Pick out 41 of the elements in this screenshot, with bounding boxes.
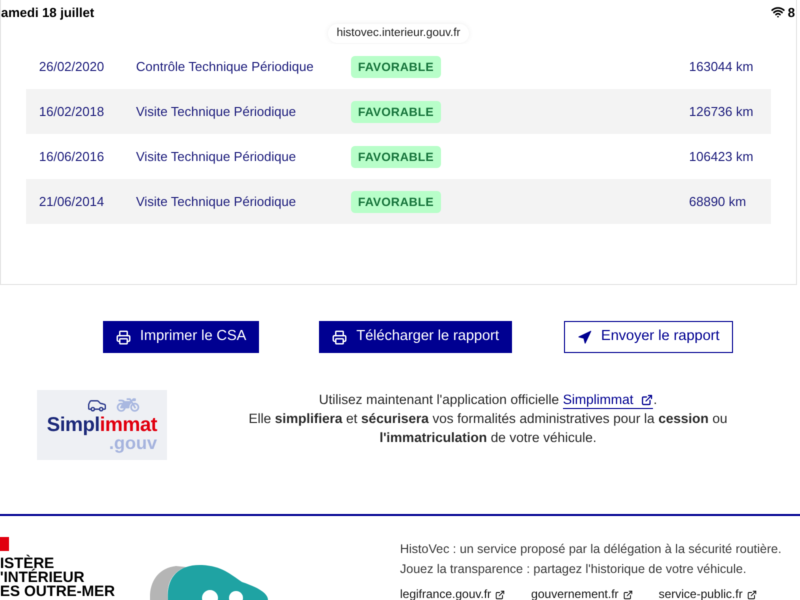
result-badge: FAVORABLE [351, 190, 441, 212]
battery-level-text: 8 [788, 6, 795, 18]
result-badge: FAVORABLE [351, 146, 441, 168]
ministry-name-line: ES OUTRE-MER [0, 585, 116, 599]
arrow-icon [577, 330, 592, 344]
motorcycle-icon [114, 396, 140, 414]
external-link-icon [495, 590, 506, 600]
footer-text: HistoVec : un service proposé par la délégation à la sécurité routière. [400, 541, 782, 558]
mileage: 163044 km [689, 58, 754, 76]
action-button[interactable]: Envoyer le rapport [564, 321, 733, 353]
result-badge: FAVORABLE [351, 100, 441, 122]
mileage: 106423 km [689, 148, 754, 166]
inspection-type: Visite Technique Périodique [136, 102, 297, 121]
wifi-icon [770, 5, 785, 19]
inspection-type: Contrôle Technique Périodique [136, 58, 315, 76]
printer-icon [332, 330, 348, 344]
external-link-icon [622, 590, 633, 600]
status-date: amedi 18 juillet [1, 6, 94, 18]
inspection-date: 26/02/2020 [39, 58, 106, 76]
simplimmat-link[interactable]: Simplimmat [562, 392, 654, 409]
mileage: 126736 km [689, 102, 754, 121]
app-promo-text: Utilisez maintenant l'application officielle Simplimmat . [318, 391, 658, 409]
mileage: 68890 km [689, 192, 748, 211]
inspection-date: 16/02/2018 [39, 102, 106, 121]
inspection-date: 21/06/2014 [39, 192, 106, 211]
inspection-type: Visite Technique Périodique [136, 192, 297, 211]
inspection-date: 16/06/2016 [39, 148, 106, 166]
action-button[interactable]: Télécharger le rapport [319, 321, 512, 353]
action-button[interactable]: Imprimer le CSA [103, 321, 260, 353]
url-bar[interactable]: histovec.interieur.gouv.fr [328, 24, 470, 44]
logo-suffix: .gouv [109, 435, 157, 452]
logo-wordmark: Simplimmat [46, 415, 158, 435]
printer-icon [116, 330, 131, 344]
inspection-type: Visite Technique Périodique [136, 148, 297, 166]
ministry-name-line: 'INTÉRIEUR [0, 571, 84, 585]
result-badge: FAVORABLE [351, 56, 441, 78]
footer-text: Jouez la transparence : partagez l'historique de votre véhicule. [400, 561, 748, 578]
external-link-icon [746, 590, 757, 600]
flag-block-icon [0, 537, 9, 551]
app-description-text: Elle simplifiera et sécurisera vos formalités administratives pour la cession ou l'immatriculation de votre véhicule. [248, 410, 728, 447]
external-link-icon [641, 394, 654, 406]
